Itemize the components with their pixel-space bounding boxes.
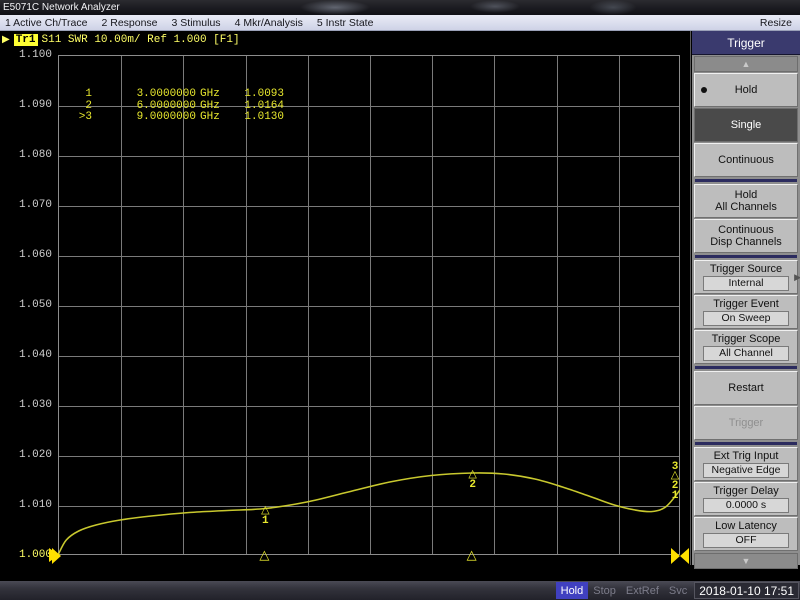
taskbar-badge-hold[interactable]: Hold	[555, 582, 589, 599]
marker-readout-table: 1 3.0000000 GHz 1.0093 2 6.0000000 GHz 1.0164 >3…	[66, 88, 284, 124]
softkey-trigger-event[interactable]: Trigger Event On Sweep	[694, 295, 798, 329]
softkey-hold[interactable]: Hold	[694, 73, 798, 107]
softkey-single[interactable]: Single	[694, 108, 798, 142]
menu-item-stimulus[interactable]: 3 Stimulus	[172, 17, 221, 29]
softkey-trigger-source[interactable]: Trigger Source Internal ▶	[694, 260, 800, 294]
softkey-label: Low Latency	[715, 519, 777, 532]
trace-header: ▶ Tr1 S11 SWR 10.00m/ Ref 1.000 [F1]	[0, 33, 240, 47]
taskbar-badge-stop[interactable]: Stop	[588, 582, 621, 599]
titlebar-glare-3	[590, 0, 636, 15]
swr-trace	[58, 55, 680, 555]
softkey-label: Hold All Channels	[715, 188, 777, 214]
softkey-separator	[695, 442, 797, 445]
y-axis-tick-label: 1.060	[18, 249, 52, 261]
softkey-continuous[interactable]: Continuous Disp Channels	[694, 219, 798, 253]
softkey-value[interactable]: 0.0000 s	[703, 498, 789, 514]
softkey-hold[interactable]: Hold All Channels	[694, 184, 798, 218]
y-axis-tick-label: 1.080	[18, 149, 52, 161]
titlebar-glare-2	[470, 0, 520, 13]
softkey-panel: Trigger ▲ Hold Single Continuous Hold All C…	[692, 31, 800, 569]
softkey-label: Continuous	[718, 153, 774, 166]
marker-frequency-unit: GHz	[200, 88, 220, 100]
softkey-label: Hold	[734, 83, 758, 96]
y-axis-labels: 1.100 1.090 1.080 1.070 1.060 1.050 1.040 1.030…	[0, 49, 56, 561]
marker-value: 1.0093	[244, 88, 284, 100]
marker-index: 1	[85, 88, 92, 100]
taskbar: Hold Stop ExtRef Svc 2018-01-10 17:51	[0, 581, 800, 600]
marker-value: 1.0130	[244, 111, 284, 123]
trace-header-text: S11 SWR 10.00m/ Ref 1.000 [F1]	[41, 34, 240, 46]
softkey-ext-trig-input[interactable]: Ext Trig Input Negative Edge	[694, 447, 798, 481]
softkey-label: Trigger Delay	[713, 484, 779, 497]
softkey-label: Trigger	[728, 416, 764, 429]
y-axis-tick-label: 1.070	[18, 199, 52, 211]
system-clock: 2018-01-10 17:51	[694, 582, 799, 599]
marker-readout-row[interactable]: >3 9.0000000 GHz 1.0130	[66, 111, 284, 124]
softkey-panel-title: Trigger	[692, 31, 800, 55]
softkey-label: Restart	[728, 381, 764, 394]
menu-item-instr-state[interactable]: 5 Instr State	[317, 17, 374, 29]
axis-marker-triangle-1[interactable]: △	[259, 548, 269, 561]
softkey-value[interactable]: Internal	[703, 276, 789, 292]
menubar: 1 Active Ch/Trace 2 Response 3 Stimulus …	[0, 15, 800, 31]
resize-button[interactable]: Resize	[760, 17, 792, 29]
menu-item-mkr-analysis[interactable]: 4 Mkr/Analysis	[235, 17, 303, 29]
softkey-separator	[695, 255, 797, 258]
active-trace-arrow-icon: ▶	[2, 35, 10, 46]
network-analyzer-window: E5071C Network Analyzer 1 Active Ch/Trac…	[0, 0, 800, 600]
taskbar-badge-svc[interactable]: Svc	[664, 582, 692, 599]
softkey-scroll-down-button[interactable]: ▼	[694, 553, 798, 569]
softkey-continuous[interactable]: Continuous	[694, 143, 798, 177]
softkey-value[interactable]: On Sweep	[703, 311, 789, 327]
y-axis-tick-label: 1.040	[18, 349, 52, 361]
marker-frequency-unit: GHz	[200, 111, 220, 123]
softkey-label: Trigger Event	[713, 297, 779, 310]
chevron-right-icon: ▶	[794, 271, 800, 282]
softkey-label: Continuous Disp Channels	[710, 223, 782, 249]
softkey-value[interactable]: Negative Edge	[703, 463, 789, 479]
taskbar-badge-extref[interactable]: ExtRef	[621, 582, 664, 599]
softkey-value[interactable]: OFF	[703, 533, 789, 549]
softkey-separator	[695, 366, 797, 369]
axis-marker-triangle-2[interactable]: △	[467, 548, 477, 561]
menu-item-response[interactable]: 2 Response	[101, 17, 157, 29]
menu-item-active-ch-trace[interactable]: 1 Active Ch/Trace	[5, 17, 87, 29]
y-axis-tick-label: 1.090	[18, 99, 52, 111]
radio-indicator-icon	[701, 87, 707, 93]
sweep-stop-marker-icon	[671, 548, 689, 564]
y-axis-tick-label: 1.100	[18, 49, 52, 61]
y-axis-tick-label: 1.020	[18, 449, 52, 461]
y-axis-tick-label: 1.000	[18, 549, 52, 561]
softkey-restart[interactable]: Restart	[694, 371, 798, 405]
softkey-list: Hold Single Continuous Hold All Channels Con…	[692, 73, 800, 551]
softkey-label: Trigger Source	[709, 262, 783, 275]
softkey-separator	[695, 179, 797, 182]
y-axis-tick-label: 1.030	[18, 399, 52, 411]
softkey-trigger: Trigger	[694, 406, 798, 440]
y-axis-tick-label: 1.010	[18, 499, 52, 511]
marker-index: >3	[78, 111, 92, 123]
softkey-trigger-scope[interactable]: Trigger Scope All Channel	[694, 330, 798, 364]
window-title: E5071C Network Analyzer	[3, 2, 120, 13]
softkey-label: Ext Trig Input	[713, 449, 779, 462]
marker-frequency: 3.0000000	[136, 88, 196, 100]
marker-readout-row[interactable]: 1 3.0000000 GHz 1.0093	[66, 88, 284, 101]
softkey-low-latency[interactable]: Low Latency OFF	[694, 517, 798, 551]
softkey-label: Single	[730, 118, 762, 131]
softkey-label: Trigger Scope	[711, 332, 781, 345]
graph-area: ▶ Tr1 S11 SWR 10.00m/ Ref 1.000 [F1] 1.1…	[0, 31, 691, 600]
marker-frequency: 9.0000000	[136, 111, 196, 123]
trace-badge[interactable]: Tr1	[13, 34, 38, 46]
trace-line	[58, 473, 680, 555]
window-titlebar: E5071C Network Analyzer	[0, 0, 800, 15]
softkey-trigger-delay[interactable]: Trigger Delay 0.0000 s	[694, 482, 798, 516]
y-axis-tick-label: 1.050	[18, 299, 52, 311]
titlebar-glare-1	[300, 0, 370, 15]
taskbar-status-badges: Hold Stop ExtRef Svc	[555, 582, 693, 599]
softkey-scroll-up-button[interactable]: ▲	[694, 56, 798, 72]
sweep-start-marker-icon	[52, 548, 61, 564]
softkey-value[interactable]: All Channel	[703, 346, 789, 362]
